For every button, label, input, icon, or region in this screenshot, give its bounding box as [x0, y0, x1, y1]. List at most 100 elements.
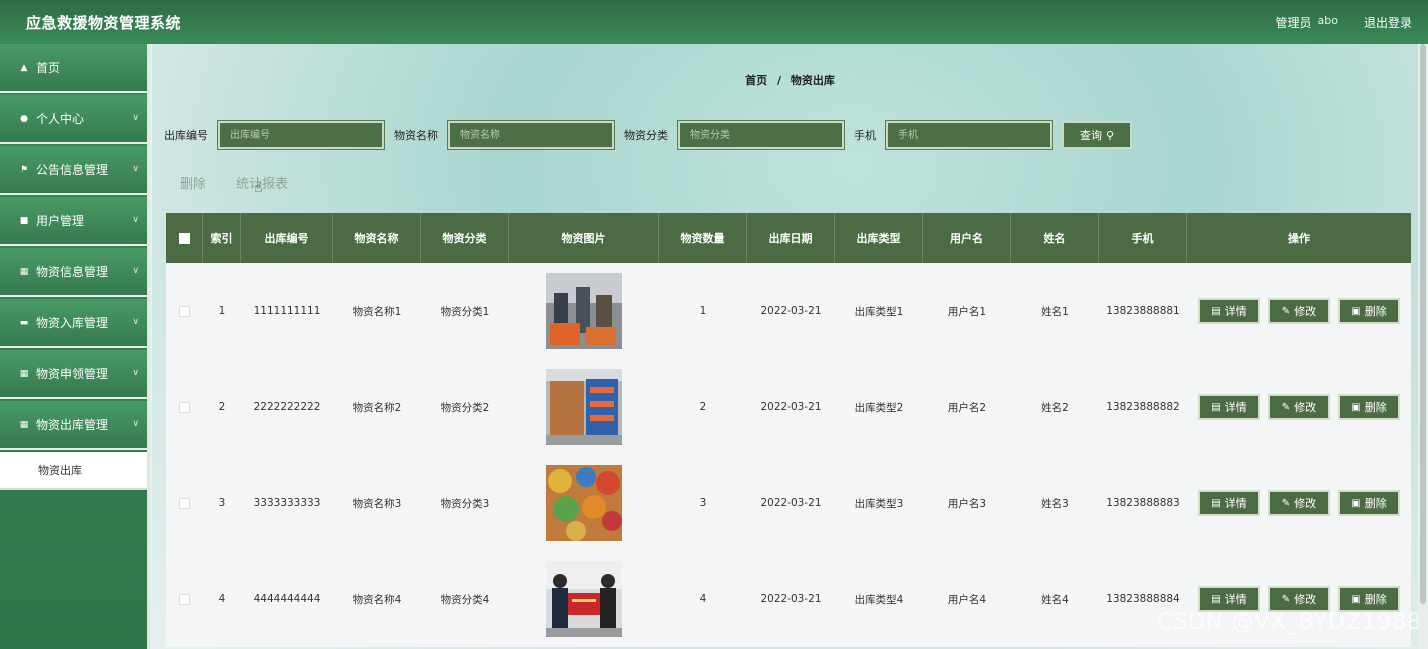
home-icon: ▲	[20, 62, 28, 73]
delete-button[interactable]: ▣ 删除	[1338, 490, 1400, 516]
row-checkbox[interactable]	[179, 593, 190, 605]
query-button[interactable]: 查询 ⚲	[1062, 121, 1132, 149]
document-icon: ▤	[1211, 593, 1221, 605]
logout-link[interactable]: 退出登录	[1364, 14, 1412, 31]
cell-username: 用户名1	[947, 305, 987, 318]
delete-label: 删除	[1364, 593, 1387, 606]
cell-type: 出库类型4	[854, 593, 904, 606]
sidebar-item-apply[interactable]: ▦ 物资申领管理 ∨	[0, 350, 147, 399]
cell-actions: ▤ 详情 ✎ 修改 ▣ 删除	[1187, 394, 1411, 420]
outbound-table: 索引 出库编号 物资名称 物资分类 物资图片 物资数量 出库日期 出库类型 用户…	[166, 213, 1411, 647]
search-label-code: 出库编号	[164, 129, 208, 142]
sidebar-item-material-info[interactable]: ▦ 物资信息管理 ∨	[0, 248, 147, 297]
cell-date: 2022-03-21	[760, 401, 822, 413]
delete-button[interactable]: ▣ 删除	[1338, 394, 1400, 420]
cell-name: 物资名称2	[352, 401, 402, 414]
cell-realname: 姓名3	[1041, 497, 1069, 510]
table-header: 索引 出库编号 物资名称 物资分类 物资图片 物资数量 出库日期 出库类型 用户…	[166, 213, 1411, 263]
col-code: 出库编号	[241, 213, 333, 263]
search-bar: 出库编号 物资名称 物资分类 手机 查询 ⚲	[164, 120, 1132, 150]
search-input-name[interactable]	[447, 120, 615, 150]
col-date: 出库日期	[747, 213, 835, 263]
top-bar: 应急救援物资管理系统 管理员 abo 退出登录	[0, 0, 1428, 44]
sidebar-item-inbound[interactable]: ▬ 物资入库管理 ∨	[0, 299, 147, 348]
sidebar-item-label: 公告信息管理	[36, 163, 109, 177]
material-image[interactable]	[546, 273, 622, 349]
role-label: 管理员	[1275, 16, 1312, 30]
batch-delete-button[interactable]: 删除	[180, 173, 206, 192]
cell-phone: 13823888884	[1106, 593, 1180, 605]
cell-qty: 2	[699, 401, 707, 413]
detail-button[interactable]: ▤ 详情	[1198, 490, 1260, 516]
delete-button[interactable]: ▣ 删除	[1338, 586, 1400, 612]
detail-label: 详情	[1224, 305, 1247, 318]
cell-category: 物资分类2	[440, 401, 490, 414]
scrollbar-thumb[interactable]	[1420, 44, 1426, 604]
select-all-cell	[166, 213, 203, 263]
sidebar-item-home[interactable]: ▲ 首页	[0, 44, 147, 93]
col-image: 物资图片	[509, 213, 659, 263]
grid-icon: ▦	[19, 419, 29, 430]
edit-button[interactable]: ✎ 修改	[1268, 394, 1330, 420]
material-image[interactable]	[546, 465, 622, 541]
material-image[interactable]	[546, 561, 622, 637]
app-title: 应急救援物资管理系统	[26, 14, 182, 32]
table-body: 1 1111111111 物资名称1 物资分类1 1 2022-03-21 出库…	[166, 263, 1411, 647]
cell-code: 4444444444	[253, 593, 321, 605]
delete-label: 删除	[1364, 401, 1387, 414]
cell-phone: 13823888882	[1106, 401, 1180, 413]
trash-icon: ▣	[1351, 305, 1361, 317]
chevron-down-icon: ∨	[132, 266, 139, 276]
search-input-phone[interactable]	[885, 120, 1053, 150]
detail-button[interactable]: ▤ 详情	[1198, 298, 1260, 324]
select-all-checkbox[interactable]	[178, 232, 190, 244]
col-category: 物资分类	[421, 213, 509, 263]
edit-button[interactable]: ✎ 修改	[1268, 490, 1330, 516]
row-checkbox[interactable]	[179, 305, 190, 317]
material-image[interactable]	[546, 369, 622, 445]
grid-icon: ▦	[19, 266, 29, 277]
chevron-down-icon: ∨	[132, 113, 139, 123]
user-icon: ●	[20, 113, 28, 124]
query-label: 查询	[1079, 129, 1102, 142]
action-bar: 删除 统计报表	[180, 173, 288, 192]
trash-icon: ▣	[1351, 401, 1361, 413]
cell-phone: 13823888883	[1106, 497, 1180, 509]
row-checkbox[interactable]	[179, 401, 190, 413]
search-icon: ⚲	[1105, 128, 1115, 142]
cell-image	[509, 369, 659, 445]
cell-date: 2022-03-21	[760, 305, 822, 317]
sidebar-subitem-outbound[interactable]: 物资出库	[0, 452, 147, 490]
sidebar-item-notice[interactable]: ⚑ 公告信息管理 ∨	[0, 146, 147, 195]
edit-button[interactable]: ✎ 修改	[1268, 586, 1330, 612]
row-select-cell	[166, 401, 203, 413]
cell-type: 出库类型3	[854, 497, 904, 510]
pencil-icon: ✎	[1281, 497, 1291, 509]
search-input-code[interactable]	[217, 120, 385, 150]
cell-category: 物资分类4	[440, 593, 490, 606]
detail-button[interactable]: ▤ 详情	[1198, 586, 1260, 612]
sidebar-item-outbound[interactable]: ▦ 物资出库管理 ∨	[0, 401, 147, 450]
sidebar-item-users[interactable]: ■ 用户管理 ∨	[0, 197, 147, 246]
sidebar-item-profile[interactable]: ● 个人中心 ∨	[0, 95, 147, 144]
cell-realname: 姓名2	[1041, 401, 1069, 414]
cell-code: 3333333333	[253, 497, 321, 509]
sidebar-item-label: 物资出库管理	[36, 418, 109, 432]
pencil-icon: ✎	[1281, 593, 1291, 605]
cell-username: 用户名4	[947, 593, 987, 606]
row-checkbox[interactable]	[179, 497, 190, 509]
delete-button[interactable]: ▣ 删除	[1338, 298, 1400, 324]
grid-icon: ▦	[19, 368, 29, 379]
detail-button[interactable]: ▤ 详情	[1198, 394, 1260, 420]
edit-label: 修改	[1294, 497, 1317, 510]
col-realname: 姓名	[1011, 213, 1099, 263]
sidebar-item-label: 物资信息管理	[36, 265, 109, 279]
breadcrumb-separator: /	[776, 74, 782, 87]
search-input-category[interactable]	[677, 120, 845, 150]
sidebar-item-label: 物资入库管理	[36, 316, 109, 330]
cell-qty: 3	[699, 497, 707, 509]
table-row: 1 1111111111 物资名称1 物资分类1 1 2022-03-21 出库…	[166, 263, 1411, 359]
edit-button[interactable]: ✎ 修改	[1268, 298, 1330, 324]
breadcrumb-home[interactable]: 首页	[745, 74, 767, 87]
col-actions: 操作	[1288, 232, 1310, 245]
